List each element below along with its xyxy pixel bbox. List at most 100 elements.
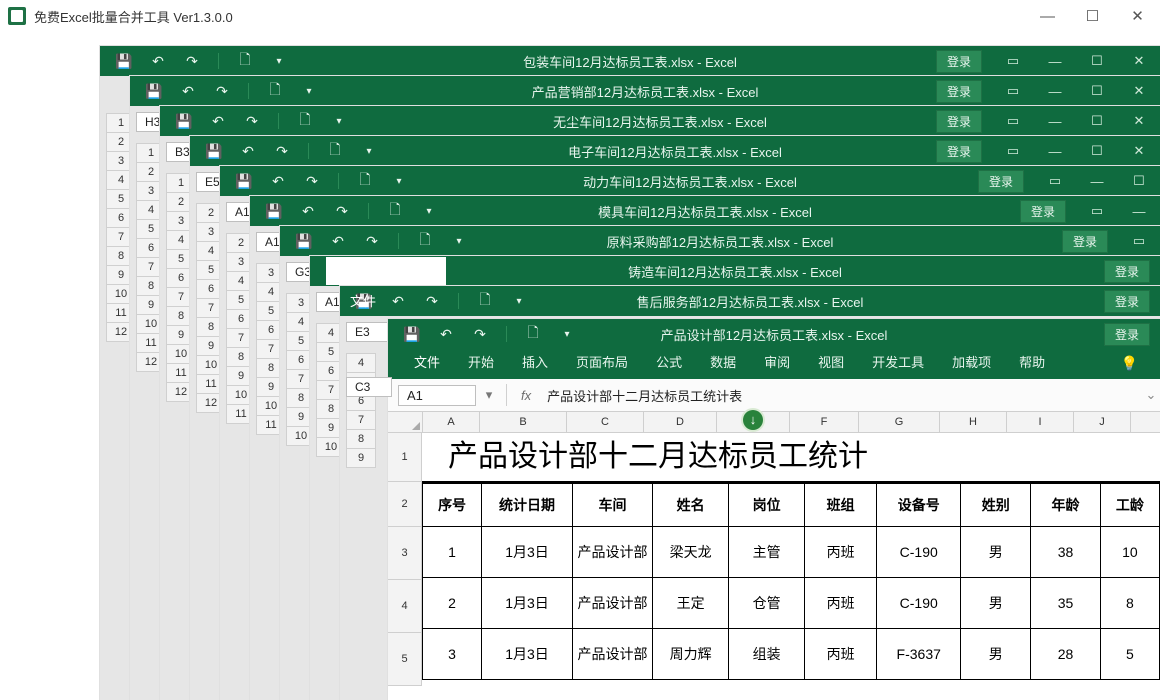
ribbon-tab[interactable]: 页面布局 — [562, 346, 642, 379]
login-button[interactable]: 登录 — [1020, 200, 1066, 223]
qat-dropdown-icon[interactable]: ▾ — [559, 326, 575, 342]
minimize-button[interactable]: — — [1034, 106, 1076, 136]
file-menu-label[interactable]: 文件 — [350, 291, 376, 310]
tell-me-icon[interactable]: 💡 — [1121, 355, 1138, 372]
ribbon-tab[interactable]: 文件 — [400, 346, 454, 379]
login-button[interactable]: 登录 — [1104, 323, 1150, 346]
print-preview-icon[interactable]: 🗋 — [357, 173, 373, 189]
column-header[interactable]: J — [1074, 412, 1131, 432]
restore-button[interactable]: ☐ — [1076, 76, 1118, 106]
ribbon-mode-button[interactable]: ▭ — [992, 76, 1034, 106]
row-number[interactable]: 3 — [388, 527, 422, 580]
redo-icon[interactable]: ↷ — [214, 83, 230, 99]
qat-dropdown-icon[interactable]: ▾ — [391, 173, 407, 189]
ribbon-tab[interactable]: 帮助 — [1005, 346, 1059, 379]
redo-icon[interactable]: ↷ — [364, 233, 380, 249]
excel-titlebar[interactable]: 💾 ↶ ↷ 🗋 ▾ 产品营销部12月达标员工表.xlsx - Excel 登录▭… — [130, 76, 1160, 106]
table-row[interactable]: 31月3日产品设计部周力辉组装丙班F-3637男285 — [423, 629, 1160, 680]
excel-titlebar[interactable]: 💾 ↶ ↷ 🗋 ▾ 电子车间12月达标员工表.xlsx - Excel 登录▭—… — [190, 136, 1160, 166]
column-header[interactable]: E↓ — [717, 412, 790, 432]
table-row[interactable]: 21月3日产品设计部王定仓管丙班C-190男358 — [423, 578, 1160, 629]
column-header[interactable]: B — [480, 412, 567, 432]
undo-icon[interactable]: ↶ — [438, 326, 454, 342]
minimize-button[interactable]: — — [1034, 136, 1076, 166]
login-button[interactable]: 登录 — [936, 50, 982, 73]
print-preview-icon[interactable]: 🗋 — [237, 53, 253, 69]
ribbon-mode-button[interactable]: ▭ — [992, 46, 1034, 76]
row-number[interactable]: 5 — [388, 633, 422, 686]
formula-value[interactable]: 产品设计部十二月达标员工统计表 — [539, 386, 1142, 405]
print-preview-icon[interactable]: 🗋 — [267, 83, 283, 99]
redo-icon[interactable]: ↷ — [472, 326, 488, 342]
ribbon-tab[interactable]: 审阅 — [750, 346, 804, 379]
column-header[interactable]: F — [790, 412, 859, 432]
ribbon-tab[interactable]: 公式 — [642, 346, 696, 379]
redo-icon[interactable]: ↷ — [424, 293, 440, 309]
qat-dropdown-icon[interactable]: ▾ — [271, 53, 287, 69]
print-preview-icon[interactable]: 🗋 — [297, 113, 313, 129]
excel-titlebar[interactable]: 💾 ↶ ↷ 🗋 ▾ 包装车间12月达标员工表.xlsx - Excel 登录▭—… — [100, 46, 1160, 76]
tool-titlebar[interactable]: 免费Excel批量合并工具 Ver1.3.0.0 — ☐ ✕ — [0, 0, 1160, 32]
tool-minimize-button[interactable]: — — [1025, 0, 1070, 32]
save-icon[interactable]: 💾 — [266, 203, 282, 219]
minimize-button[interactable]: — — [1118, 196, 1160, 226]
ribbon-tab[interactable]: 数据 — [696, 346, 750, 379]
ribbon-mode-button[interactable]: ▭ — [1076, 196, 1118, 226]
excel-titlebar[interactable]: 铸造车间12月达标员工表.xlsx - Excel 登录 — [310, 256, 1160, 286]
undo-icon[interactable]: ↶ — [390, 293, 406, 309]
name-box[interactable]: E3 — [346, 322, 392, 342]
print-preview-icon[interactable]: 🗋 — [387, 203, 403, 219]
minimize-button[interactable]: — — [1076, 166, 1118, 196]
minimize-button[interactable]: — — [1034, 76, 1076, 106]
row-number[interactable]: 1 — [388, 433, 422, 482]
column-header[interactable]: D — [644, 412, 717, 432]
save-icon[interactable]: 💾 — [116, 53, 132, 69]
qat-dropdown-icon[interactable]: ▾ — [301, 83, 317, 99]
undo-icon[interactable]: ↶ — [330, 233, 346, 249]
print-preview-icon[interactable]: 🗋 — [417, 233, 433, 249]
close-button[interactable]: ✕ — [1118, 46, 1160, 76]
excel-titlebar[interactable]: 💾 ↶ ↷ 🗋 ▾ 无尘车间12月达标员工表.xlsx - Excel 登录▭—… — [160, 106, 1160, 136]
row-number[interactable]: 4 — [388, 580, 422, 633]
ribbon-tab[interactable]: 视图 — [804, 346, 858, 379]
qat-dropdown-icon[interactable]: ▾ — [511, 293, 527, 309]
excel-titlebar[interactable]: 💾 ↶ ↷ 🗋 ▾ 模具车间12月达标员工表.xlsx - Excel 登录▭— — [250, 196, 1160, 226]
column-header[interactable]: I — [1007, 412, 1074, 432]
column-header[interactable]: C — [567, 412, 644, 432]
undo-icon[interactable]: ↶ — [300, 203, 316, 219]
excel-window-active[interactable]: 💾 ↶ ↷ 🗋 ▾ 产品设计部12月达标员工表.xlsx - Excel 登录 … — [388, 319, 1160, 700]
tool-close-button[interactable]: ✕ — [1115, 0, 1160, 32]
fx-icon[interactable]: fx — [521, 388, 531, 403]
print-preview-icon[interactable]: 🗋 — [327, 143, 343, 159]
qat-dropdown-icon[interactable]: ▾ — [451, 233, 467, 249]
name-box[interactable]: A1 — [398, 385, 476, 406]
row-number[interactable]: 8 — [346, 429, 376, 449]
ribbon-mode-button[interactable]: ▭ — [1034, 166, 1076, 196]
excel-titlebar[interactable]: 💾 ↶ ↷ 🗋 ▾ 原料采购部12月达标员工表.xlsx - Excel 登录▭ — [280, 226, 1160, 256]
login-button[interactable]: 登录 — [1062, 230, 1108, 253]
name-box[interactable]: C3 — [346, 377, 392, 397]
close-button[interactable]: ✕ — [1118, 136, 1160, 166]
login-button[interactable]: 登录 — [978, 170, 1024, 193]
tool-maximize-button[interactable]: ☐ — [1070, 0, 1115, 32]
restore-button[interactable]: ☐ — [1076, 106, 1118, 136]
login-button[interactable]: 登录 — [1104, 290, 1150, 313]
redo-icon[interactable]: ↷ — [334, 203, 350, 219]
undo-icon[interactable]: ↶ — [150, 53, 166, 69]
undo-icon[interactable]: ↶ — [210, 113, 226, 129]
ribbon-tab[interactable]: 开始 — [454, 346, 508, 379]
ribbon-tab[interactable]: 开发工具 — [858, 346, 938, 379]
select-all-gutter[interactable] — [388, 412, 423, 432]
restore-button[interactable]: ☐ — [1118, 166, 1160, 196]
table-row[interactable]: 11月3日产品设计部梁天龙主管丙班C-190男3810 — [423, 527, 1160, 578]
ribbon-tab[interactable]: 插入 — [508, 346, 562, 379]
save-icon[interactable]: 💾 — [176, 113, 192, 129]
download-arrow-icon[interactable]: ↓ — [743, 410, 763, 430]
qat-dropdown-icon[interactable]: ▾ — [361, 143, 377, 159]
qat-dropdown-icon[interactable]: ▾ — [331, 113, 347, 129]
excel-titlebar[interactable]: 💾 ↶ ↷ 🗋 ▾ 文件 售后服务部12月达标员工表.xlsx - Excel … — [340, 286, 1160, 316]
column-header[interactable]: H — [940, 412, 1007, 432]
save-icon[interactable]: 💾 — [236, 173, 252, 189]
excel-titlebar[interactable]: 💾 ↶ ↷ 🗋 ▾ 产品设计部12月达标员工表.xlsx - Excel 登录 — [388, 319, 1160, 349]
redo-icon[interactable]: ↷ — [244, 113, 260, 129]
